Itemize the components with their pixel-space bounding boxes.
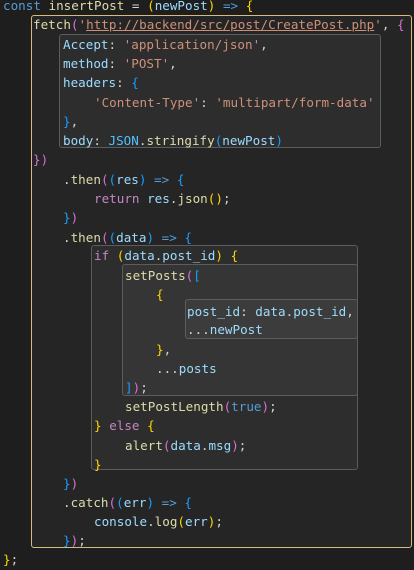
fetch-token: fetch xyxy=(33,17,71,32)
arg-token: res xyxy=(116,172,139,187)
var-token: data xyxy=(255,304,286,319)
code-line: fetch('http://backend/src/post/CreatePos… xyxy=(33,17,405,32)
function-call-token: alert xyxy=(125,438,163,453)
keyword-token: else xyxy=(109,418,140,433)
code-line: }); xyxy=(63,533,86,548)
method-token: then xyxy=(70,172,101,187)
arg-token: err xyxy=(185,514,208,529)
method-token: then xyxy=(70,230,101,245)
prop-token: method xyxy=(63,56,109,71)
arg-token: newPost xyxy=(222,133,276,148)
code-line: } else { xyxy=(94,418,155,433)
function-call-token: setPosts xyxy=(125,268,186,283)
var-token: console xyxy=(94,514,148,529)
spread-token: ... xyxy=(187,322,210,337)
code-line: alert(data.msg); xyxy=(125,438,247,453)
prop-token: post_id xyxy=(162,248,216,263)
prop-token: headers xyxy=(63,75,117,90)
code-line: }) xyxy=(63,210,79,225)
string-token: 'application/json' xyxy=(123,37,261,52)
keyword-token: const xyxy=(3,0,41,13)
code-line: }) xyxy=(33,152,49,167)
method-token: json xyxy=(177,191,208,206)
code-line: } xyxy=(94,457,102,472)
code-line: setPostLength(true); xyxy=(125,399,277,414)
arrow-token: => xyxy=(215,0,246,13)
code-editor[interactable]: const insertPost = (newPost) => { fetch(… xyxy=(0,0,414,570)
operator-token: = xyxy=(124,0,148,13)
method-token: log xyxy=(154,514,178,529)
param-token: newPost xyxy=(154,0,208,13)
arg-token: err xyxy=(123,495,147,510)
code-line: body: JSON.stringify(newPost) xyxy=(63,133,283,148)
var-token: newPost xyxy=(209,322,263,337)
arg-token: data xyxy=(116,230,147,245)
function-name-token: insertPost xyxy=(48,0,125,13)
string-token: 'Content-Type' xyxy=(94,95,201,110)
var-token: data xyxy=(170,438,201,453)
method-token: stringify xyxy=(146,133,215,148)
string-token: 'POST' xyxy=(123,56,170,71)
code-line: { xyxy=(156,287,164,302)
code-line: post_id: data.post_id, xyxy=(187,304,354,319)
literal-token: true xyxy=(231,399,262,414)
prop-token: body xyxy=(63,133,94,148)
code-line: const insertPost = (newPost) => { xyxy=(3,0,254,13)
class-token: JSON xyxy=(108,133,139,148)
code-line: }) xyxy=(63,476,79,491)
var-token: data xyxy=(124,248,155,263)
prop-token: msg xyxy=(208,438,232,453)
code-line: .catch((err) => { xyxy=(63,495,192,510)
code-line: }, xyxy=(156,342,172,357)
function-call-token: setPostLength xyxy=(125,399,224,414)
var-token: posts xyxy=(178,361,217,376)
prop-token: post_id xyxy=(293,304,347,319)
keyword-token: return xyxy=(94,191,140,206)
code-line: setPosts([ xyxy=(125,268,201,283)
code-line: }, xyxy=(63,114,79,129)
code-line: ...posts xyxy=(156,359,217,378)
var-token: res xyxy=(147,191,170,206)
keyword-token: if xyxy=(94,248,110,263)
code-line: method: 'POST', xyxy=(63,56,177,71)
code-line: Accept: 'application/json', xyxy=(63,37,268,52)
code-line: 'Content-Type': 'multipart/form-data' xyxy=(94,95,375,110)
url-link[interactable]: http://backend/src/post/CreatePost.php xyxy=(86,17,374,32)
code-line: if (data.post_id) { xyxy=(94,248,239,263)
code-line: .then((data) => { xyxy=(63,230,192,245)
prop-token: Accept xyxy=(63,37,109,52)
code-line: ...newPost xyxy=(187,320,263,339)
spread-token: ... xyxy=(156,361,179,376)
code-line: }; xyxy=(3,552,19,567)
code-line: console.log(err); xyxy=(94,514,223,529)
code-line: headers: { xyxy=(63,75,139,90)
code-line: .then((res) => { xyxy=(63,172,185,187)
method-token: catch xyxy=(70,495,109,510)
string-token: 'multipart/form-data' xyxy=(215,95,375,110)
code-line: return res.json(); xyxy=(94,191,231,206)
prop-token: post_id xyxy=(187,304,241,319)
code-line: ]); xyxy=(125,380,148,395)
